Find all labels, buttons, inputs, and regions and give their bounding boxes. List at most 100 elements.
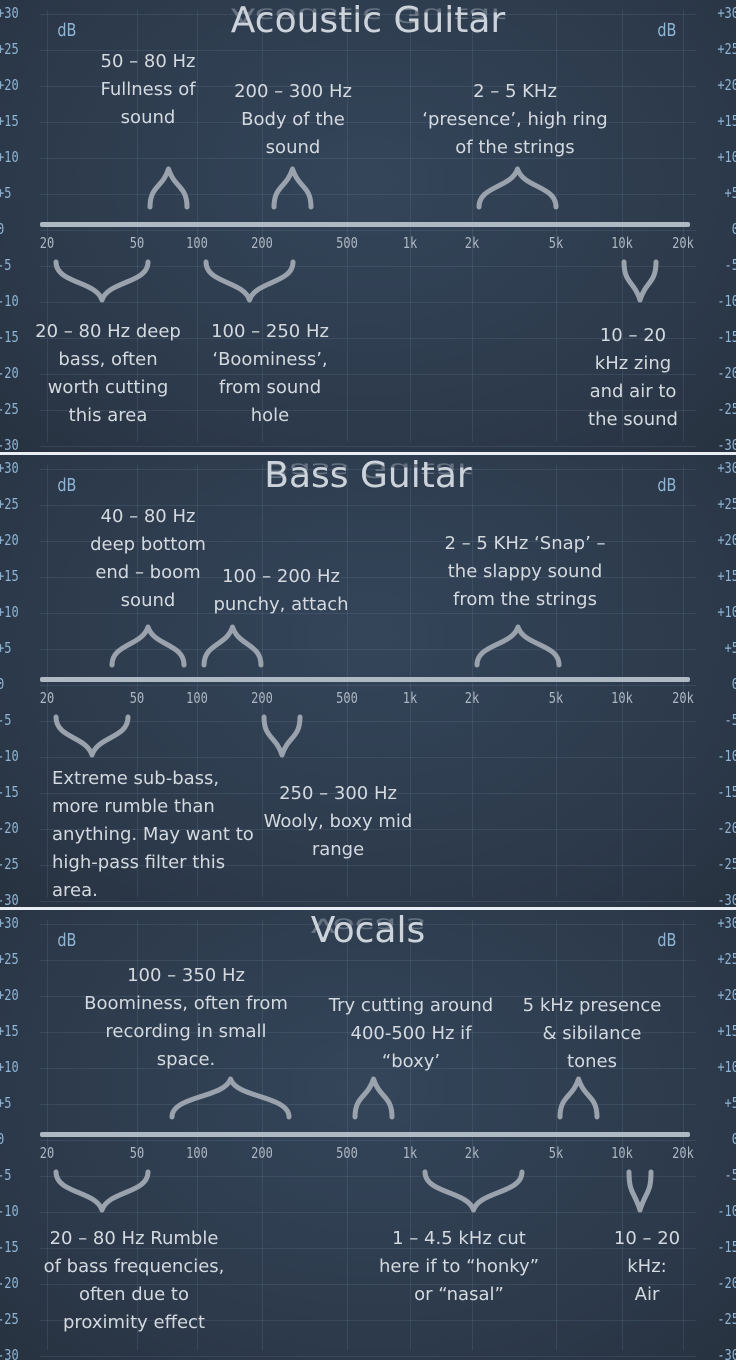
y-tick-label: -30 <box>0 1346 19 1360</box>
boost-annotation: 100 – 200 Hz punchy, attach <box>213 563 348 619</box>
annotation-line: sound <box>120 590 176 611</box>
annotation-line: 2 – 5 KHz <box>473 81 557 102</box>
y-tick-label: -25 <box>717 400 736 418</box>
y-tick-label: +20 <box>0 531 19 549</box>
bass-guitar-panel: +30+30+25+25+20+20+15+15+10+10+5+500-5-5… <box>0 455 736 907</box>
y-tick-label: -20 <box>717 819 736 837</box>
annotation-line: proximity effect <box>62 1312 205 1333</box>
x-tick-label: 20 <box>39 689 55 707</box>
y-tick-label: +20 <box>717 531 736 549</box>
y-tick-label: -30 <box>717 891 736 907</box>
y-tick-label: +10 <box>717 603 736 621</box>
y-tick-label: 0 <box>712 220 736 238</box>
annotation-line: punchy, attach <box>213 594 349 615</box>
x-tick-label: 10k <box>611 689 633 707</box>
x-tick-label: 5k <box>548 234 564 252</box>
y-tick-label: +15 <box>0 1022 19 1040</box>
annotation-line: end – boom <box>95 562 201 583</box>
y-tick-label: -5 <box>0 256 12 274</box>
annotation-line: 5 kHz presence <box>522 995 662 1016</box>
y-tick-label: -25 <box>0 855 19 873</box>
boost-annotation: 50 – 80 Hz Fullness of sound <box>100 48 195 132</box>
acoustic-guitar-panel: +30+30+25+25+20+20+15+15+10+10+5+500-5-5… <box>0 0 736 452</box>
grid-line <box>40 721 696 722</box>
y-tick-label: -5 <box>0 711 12 729</box>
annotation-line: Fullness of <box>100 79 196 100</box>
annotation-line: 100 – 200 Hz <box>222 566 340 587</box>
panel-title-reflection: Bass Guitar <box>264 458 472 481</box>
cut-annotation: 10 – 20 kHz: Air <box>614 1225 680 1309</box>
y-tick-label: -15 <box>0 1238 19 1256</box>
y-tick-label: -20 <box>0 1274 19 1292</box>
annotation-line: “boxy’ <box>381 1051 441 1072</box>
y-tick-label: +20 <box>717 986 736 1004</box>
annotation-line: area. <box>52 880 98 901</box>
y-tick-label: -25 <box>0 1310 19 1328</box>
x-tick-label: 10k <box>611 234 633 252</box>
y-tick-label: +10 <box>0 603 19 621</box>
y-tick-label: +5 <box>724 639 736 657</box>
y-tick-label: -10 <box>717 292 736 310</box>
boost-brace-icon <box>147 166 189 210</box>
y-tick-label: +10 <box>717 148 736 166</box>
y-tick-label: +20 <box>0 986 19 1004</box>
grid-line <box>40 194 696 195</box>
y-tick-label: -30 <box>717 1346 736 1360</box>
x-tick-label: 500 <box>336 234 358 252</box>
y-tick-label: -20 <box>717 364 736 382</box>
boost-annotation: 40 – 80 Hz deep bottom end – boom sound <box>90 503 206 615</box>
cut-annotation: 250 – 300 Hz Wooly, boxy mid range <box>264 780 413 864</box>
grid-line <box>40 446 696 447</box>
boost-brace-icon <box>474 624 562 668</box>
cut-brace-icon <box>203 259 295 303</box>
annotation-line: recording in small <box>105 1021 267 1042</box>
y-tick-label: 0 <box>712 675 736 693</box>
annotation-line: space. <box>156 1049 216 1070</box>
x-tick-label: 100 <box>186 689 208 707</box>
panel-title-reflection: Acoustic Guitar <box>230 3 506 26</box>
x-tick-label: 1k <box>402 1144 418 1162</box>
y-tick-label: +15 <box>717 1022 736 1040</box>
cut-brace-icon <box>626 1169 654 1213</box>
y-tick-label: -15 <box>717 783 736 801</box>
y-tick-label: -25 <box>717 1310 736 1328</box>
cut-brace-icon <box>261 714 303 758</box>
y-tick-label: -15 <box>0 328 19 346</box>
annotation-line: of bass frequencies, <box>43 1256 225 1277</box>
y-tick-label: 0 <box>712 1130 736 1148</box>
panel-title-reflection: Vocals <box>310 913 426 936</box>
vocals-panel: +30+30+25+25+20+20+15+15+10+10+5+500-5-5… <box>0 910 736 1360</box>
y-tick-label: -10 <box>0 747 19 765</box>
annotation-line: or “nasal” <box>414 1284 504 1305</box>
x-tick-label: 200 <box>251 689 273 707</box>
annotation-line: 2 – 5 KHz ‘Snap’ – <box>444 533 606 554</box>
boost-annotation: 2 – 5 KHz ‘presence’, high ring of the str… <box>422 78 607 162</box>
boost-brace-icon <box>352 1076 394 1120</box>
annotation-line: Extreme sub-bass, <box>52 768 220 789</box>
grid-line <box>40 685 696 686</box>
x-tick-label: 1k <box>402 234 418 252</box>
y-tick-label: -15 <box>717 328 736 346</box>
x-tick-label: 20k <box>672 234 694 252</box>
y-tick-label: +25 <box>717 495 736 513</box>
x-tick-label: 20k <box>672 1144 694 1162</box>
y-tick-label: +15 <box>717 112 736 130</box>
boost-annotation: 5 kHz presence & sibilance tones <box>523 992 662 1076</box>
cut-annotation: 100 – 250 Hz ‘Boominess’, from sound hole <box>211 318 329 430</box>
annotation-line: 1 – 4.5 kHz cut <box>392 1228 526 1249</box>
y-tick-label: +20 <box>717 76 736 94</box>
annotation-line: Boominess, often from <box>84 993 288 1014</box>
x-tick-label: 500 <box>336 1144 358 1162</box>
annotation-line: Air <box>634 1284 660 1305</box>
annotation-line: from the strings <box>453 589 597 610</box>
annotation-line: sound <box>265 137 321 158</box>
x-tick-label: 200 <box>251 234 273 252</box>
y-tick-label: -10 <box>0 292 19 310</box>
boost-brace-icon <box>169 1076 291 1120</box>
annotation-line: 20 – 80 Hz deep <box>35 321 181 342</box>
y-tick-label: -25 <box>0 400 19 418</box>
x-tick-label: 2k <box>464 234 480 252</box>
annotation-line: ‘Boominess’, <box>212 349 328 370</box>
annotation-line: range <box>311 839 365 860</box>
annotation-line: 40 – 80 Hz <box>100 506 196 527</box>
